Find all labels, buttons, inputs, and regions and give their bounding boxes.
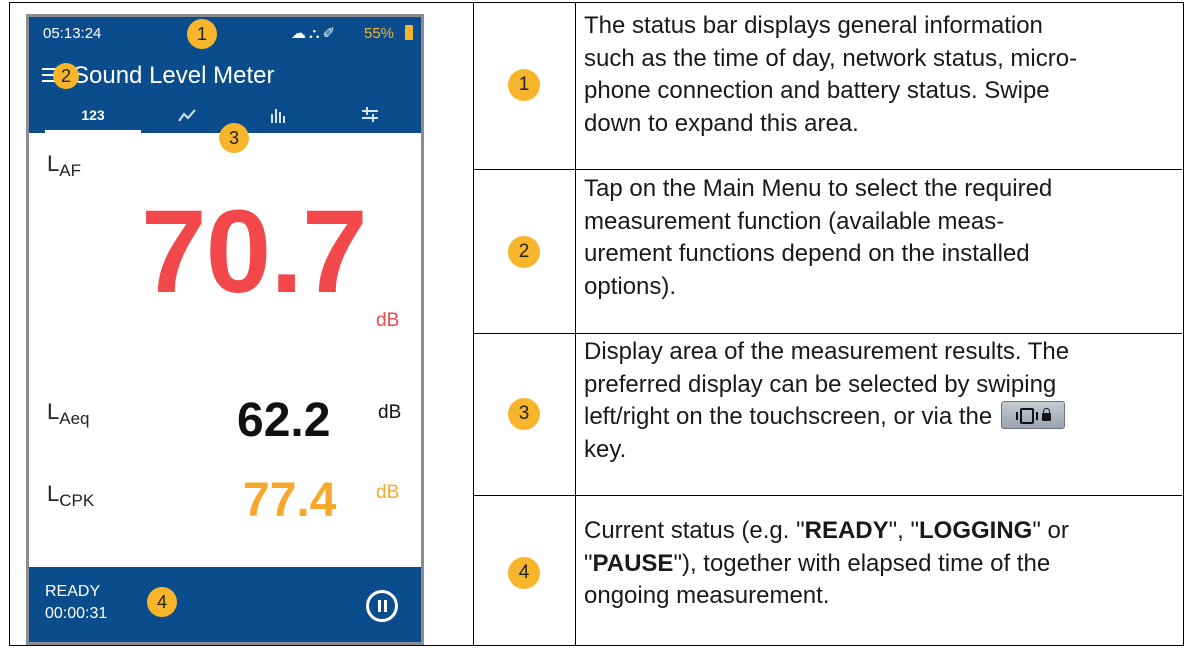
pause-keyword: PAUSE [592, 549, 674, 577]
lcpk-unit: dB [376, 482, 400, 503]
desc-text: "), together with elapsed time of the [673, 549, 1051, 577]
desc-text: ", " [888, 517, 919, 544]
laeq-label: LAeq [47, 399, 90, 428]
measurement-status: READY [45, 583, 101, 600]
laeq-unit: dB [378, 402, 402, 423]
lcpk-value: 77.4 [243, 474, 337, 527]
settings-sliders-icon [362, 107, 378, 122]
tab-numeric[interactable]: 123 [47, 101, 139, 133]
bottom-status-bar: READY 00:00:31 [29, 567, 421, 642]
active-tab-indicator [45, 130, 141, 133]
desc-text: " [584, 549, 593, 577]
desc-line: left/right on the touchscreen, or via th… [584, 401, 1180, 434]
app-title: Sound Level Meter [73, 62, 275, 89]
pause-button[interactable] [366, 590, 398, 622]
callout-number-2: 2 [508, 236, 540, 268]
row-3-description: Display area of the measurement results.… [584, 336, 1180, 466]
bar-spectrum-icon [271, 109, 285, 123]
laeq-value: 62.2 [237, 394, 331, 447]
callout-number-4: 4 [508, 557, 540, 589]
desc-text: left/right on the touchscreen, or via th… [584, 403, 993, 430]
desc-line: Display area of the measurement results.… [584, 338, 1070, 365]
row-divider [474, 495, 1182, 496]
lcpk-label: LCPK [47, 481, 95, 510]
device-screen: 05:13:24 ☁⛬✐ 55% Sound Level Meter 123 L… [26, 14, 424, 645]
callout-legend-table: 1 2 3 4 The status bar displays general … [9, 2, 1184, 646]
desc-line: The status bar displays general informat… [584, 12, 1043, 39]
tab-line-chart[interactable] [141, 101, 233, 133]
overlay-callout-1: 1 [187, 19, 217, 49]
overlay-callout-2: 2 [53, 63, 79, 89]
desc-line: key. [584, 435, 627, 463]
battery-icon [405, 25, 413, 40]
laf-value: 70.7 [141, 186, 368, 318]
hold-key-icon [1000, 401, 1065, 429]
microphone-icon: ✐ [322, 25, 339, 42]
desc-line: Tap on the Main Menu to select the requi… [584, 175, 1053, 202]
desc-line: Current status (e.g. "READY", "LOGGING" … [584, 515, 1180, 548]
desc-line: options). [584, 272, 677, 300]
desc-line: measurement function (available meas- [584, 207, 1005, 235]
cloud-icon: ☁ [291, 25, 309, 42]
callout-number-3: 3 [508, 398, 540, 430]
row-divider [474, 169, 1182, 170]
desc-line: "PAUSE"), together with elapsed time of … [584, 548, 1180, 581]
overlay-callout-4: 4 [147, 587, 177, 617]
row-divider [474, 333, 1182, 334]
desc-text: Current status (e.g. " [584, 517, 805, 544]
status-time: 05:13:24 [43, 25, 102, 42]
desc-text: " or [1032, 517, 1069, 544]
battery-percent: 55% [364, 25, 395, 42]
app-bar: Sound Level Meter 123 [29, 51, 421, 133]
row-4-description: Current status (e.g. "READY", "LOGGING" … [584, 515, 1180, 613]
laf-unit: dB [376, 310, 400, 331]
desc-line: down to expand this area. [584, 109, 859, 137]
status-bar[interactable]: 05:13:24 ☁⛬✐ 55% [29, 17, 421, 51]
overlay-callout-3: 3 [219, 123, 249, 153]
desc-line: ongoing measurement. [584, 582, 830, 609]
elapsed-time: 00:00:31 [45, 605, 108, 622]
tab-settings[interactable] [324, 101, 416, 133]
row-2-description: Tap on the Main Menu to select the requi… [584, 173, 1180, 303]
ready-keyword: READY [804, 517, 889, 544]
laf-label: LAF [47, 151, 81, 180]
network-icon: ⛬ [309, 25, 323, 42]
callout-number-1: 1 [508, 69, 540, 101]
desc-line: such as the time of day, network status,… [584, 44, 1078, 72]
desc-line: urement functions depend on the installe… [584, 240, 1030, 267]
desc-line: preferred display can be selected by swi… [584, 370, 1057, 398]
line-chart-icon [178, 109, 196, 122]
desc-line: phone connection and battery status. Swi… [584, 77, 1050, 104]
logging-keyword: LOGGING [919, 517, 1033, 544]
row-1-description: The status bar displays general informat… [584, 10, 1180, 140]
status-icons: ☁⛬✐ [291, 24, 338, 42]
